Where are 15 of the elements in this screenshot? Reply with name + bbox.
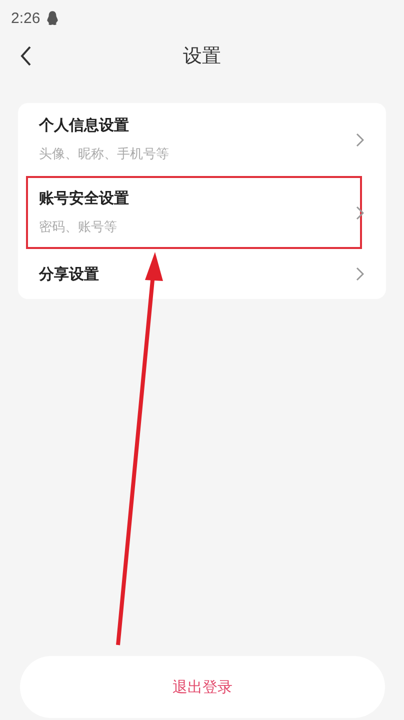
chevron-right-icon bbox=[356, 132, 364, 146]
settings-row[interactable]: 个人信息设置 头像、昵称、手机号等 bbox=[18, 103, 386, 176]
chevron-right-icon bbox=[356, 267, 364, 281]
logout-button[interactable]: 退出登录 bbox=[20, 656, 385, 718]
setting-title[interactable]: 个人信息设置 bbox=[39, 116, 169, 135]
setting-description: 头像、昵称、手机号等 bbox=[39, 146, 169, 163]
penguin-icon bbox=[46, 10, 60, 26]
page-title: 设置 bbox=[183, 44, 221, 69]
setting-description: 密码、账号等 bbox=[39, 219, 118, 236]
chevron-right-icon bbox=[356, 206, 364, 220]
setting-title[interactable]: 账号安全设置 bbox=[39, 189, 129, 208]
settings-row[interactable]: 分享设置 bbox=[18, 249, 386, 299]
setting-title[interactable]: 分享设置 bbox=[39, 264, 99, 284]
status-time: 2:26 bbox=[11, 10, 40, 26]
back-icon[interactable] bbox=[20, 46, 32, 66]
